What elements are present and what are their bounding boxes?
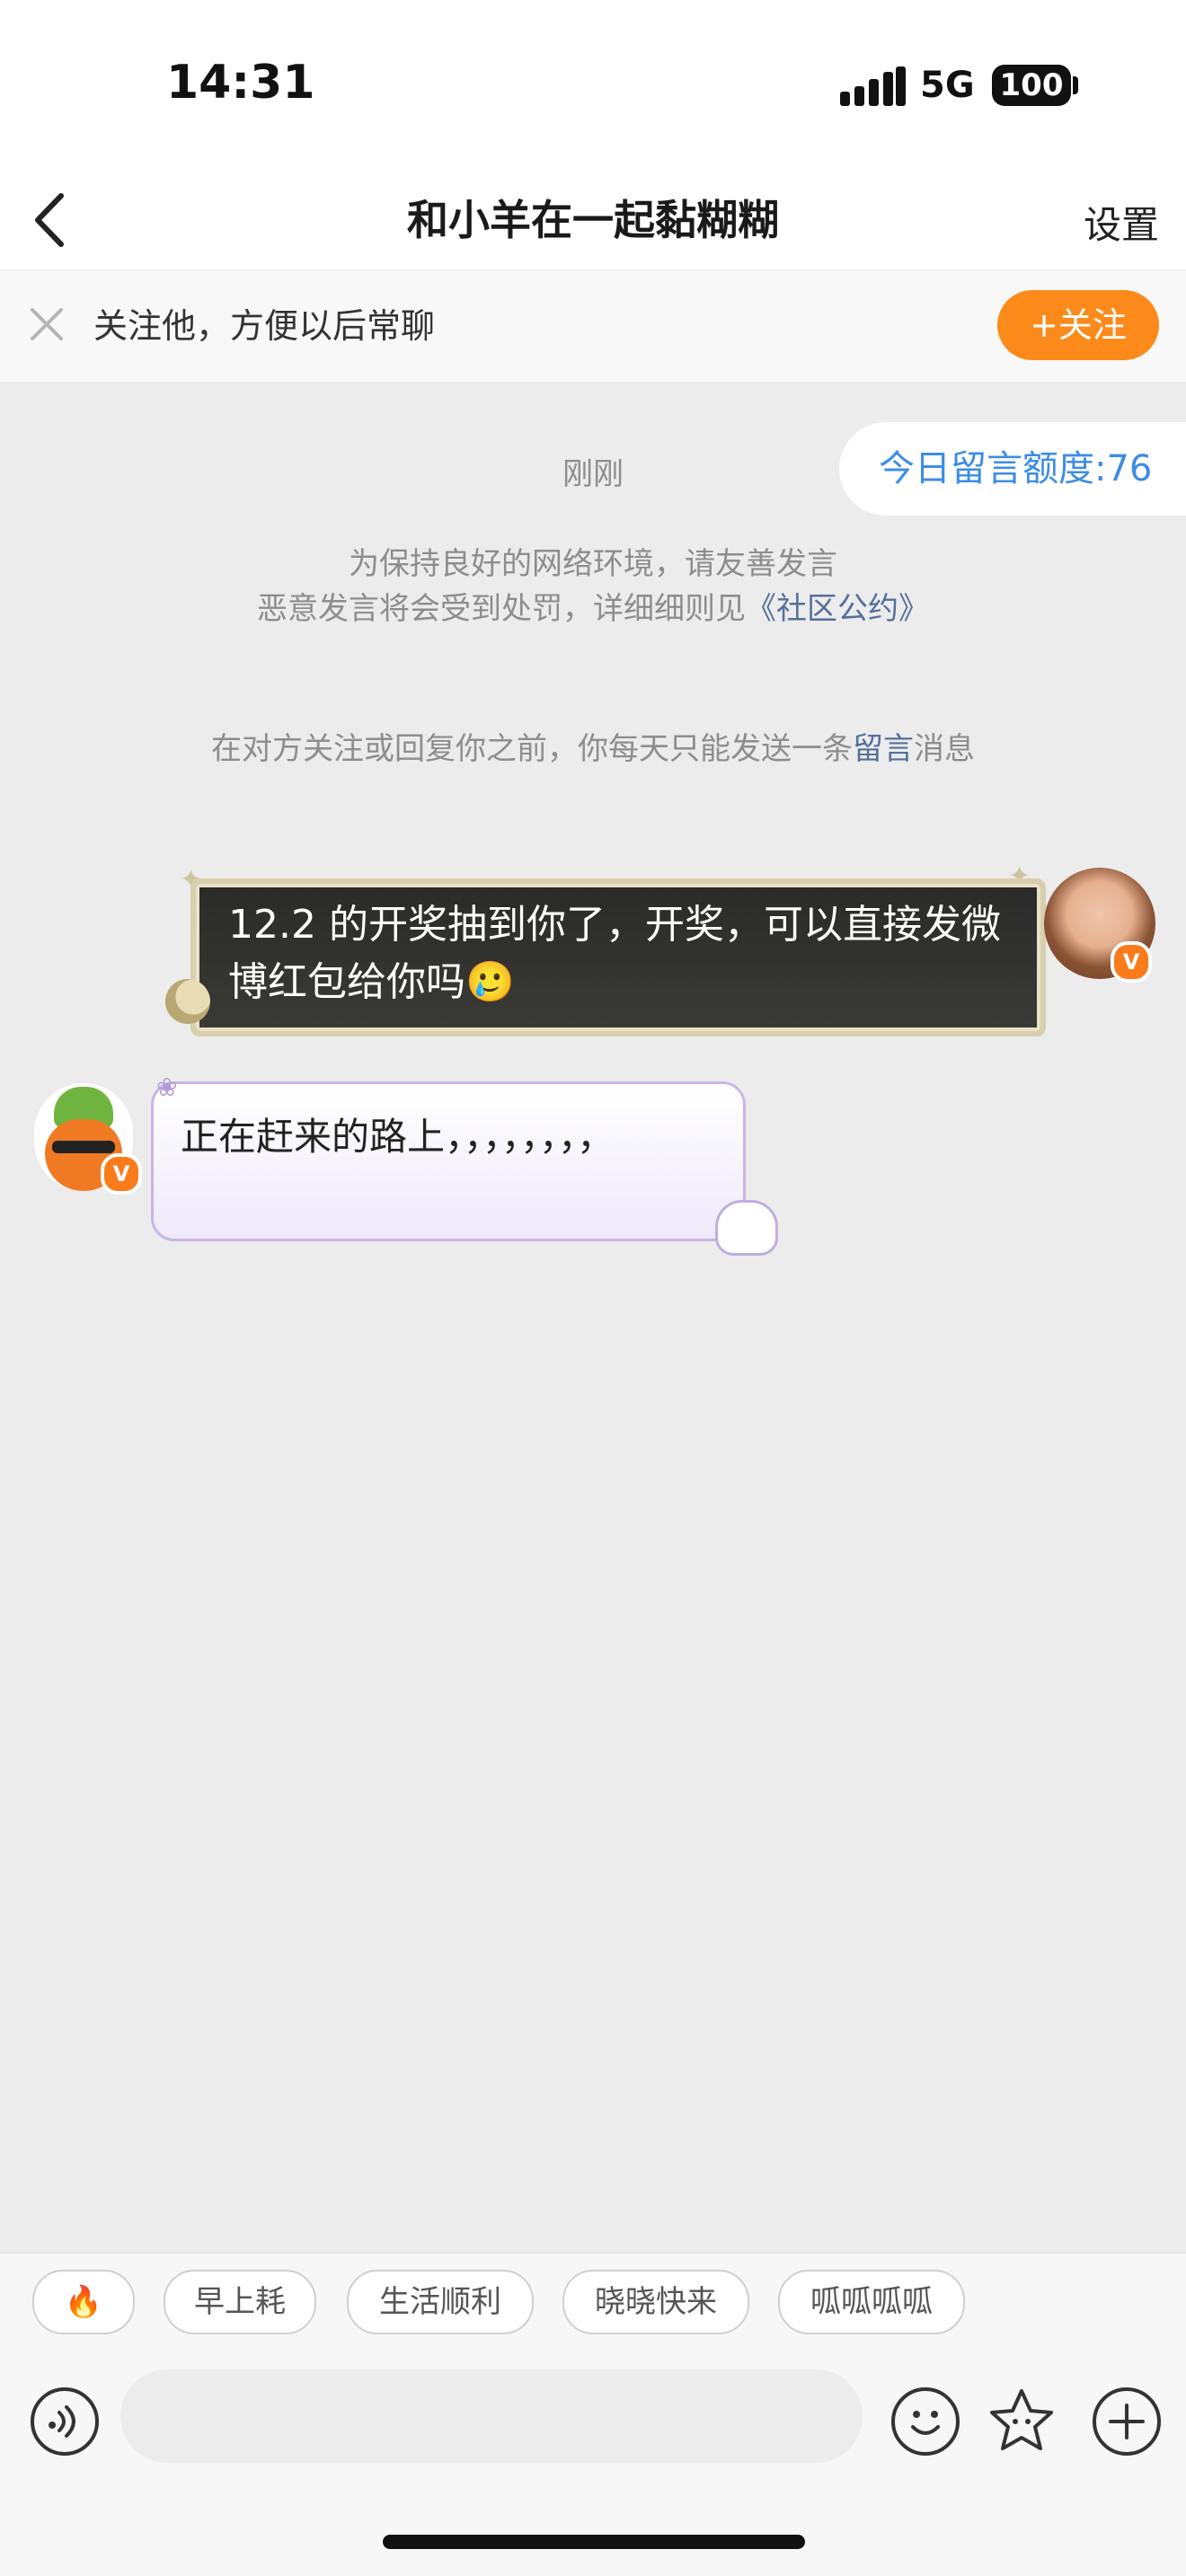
page-title: 和小羊在一起黏糊糊 [407,196,779,244]
incoming-message-bubble[interactable]: 正在赶来的路上，，，，，，，， [151,1081,746,1241]
quick-reply-chip[interactable]: 呱呱呱呱 [778,2270,965,2334]
cat-decoration [715,1200,778,1256]
voice-input-icon[interactable] [31,2387,99,2456]
community-rules-link[interactable]: 《社区公约》 [746,591,929,627]
follow-button[interactable]: +关注 [997,290,1159,360]
network-label: 5G [920,65,975,106]
message-input[interactable] [120,2369,863,2463]
quick-reply-bar: 🔥 早上耗 生活顺利 晓晓快来 呱呱呱呱 [0,2253,1186,2352]
settings-button[interactable]: 设置 [1084,194,1159,257]
rules-notice-line1: 为保持良好的网络环境，请友善发言 [349,546,837,582]
emoji-icon[interactable] [891,2387,960,2456]
quick-reply-chip[interactable]: 生活顺利 [347,2270,534,2334]
leave-message-link[interactable]: 留言 [853,731,914,767]
timestamp: 刚刚 [562,456,624,492]
sticker-icon[interactable] [987,2386,1057,2456]
follow-banner: 关注他，方便以后常聊 +关注 [0,269,1186,382]
limit-notice: 在对方关注或回复你之前，你每天只能发送一条留言消息 [0,728,1186,771]
rules-notice-text: 恶意发言将会受到处罚，详细细则见 [257,591,746,627]
verified-badge-icon: V [101,1153,142,1195]
quick-reply-chip[interactable]: 早上耗 [164,2270,316,2334]
close-icon[interactable] [27,304,66,344]
add-icon[interactable] [1093,2387,1161,2456]
rules-notice-line2: 恶意发言将会受到处罚，详细细则见《社区公约》 [0,587,1186,631]
battery-tip [1073,76,1078,94]
battery-icon: 100 [992,65,1071,106]
verified-badge-icon: V [1111,941,1152,983]
chat-header: 和小羊在一起黏糊糊 设置 [0,171,1186,269]
limit-notice-prefix: 在对方关注或回复你之前，你每天只能发送一条 [211,731,853,767]
status-time: 14:31 [166,56,315,110]
status-bar: 14:31 5G 100 [0,0,1186,171]
bow-decoration: ❀ [156,1072,178,1102]
message-text: 正在赶来的路上，，，，，，，， [181,1115,615,1159]
moon-decoration [165,979,210,1024]
follow-prompt: 关注他，方便以后常聊 [93,306,436,346]
quick-reply-chip[interactable]: 晓晓快来 [562,2270,749,2334]
carrot-sunglasses [52,1141,115,1153]
outgoing-message-bubble[interactable]: 12.2 的开奖抽到你了，开奖，可以直接发微博红包给你吗🥲 [190,878,1046,1037]
signal-icon [840,66,906,106]
quick-reply-fire[interactable]: 🔥 [32,2270,135,2334]
message-text: 12.2 的开奖抽到你了，开奖，可以直接发微博红包给你吗🥲 [228,902,1001,1005]
limit-notice-suffix: 消息 [914,731,975,767]
home-indicator[interactable] [383,2535,805,2549]
